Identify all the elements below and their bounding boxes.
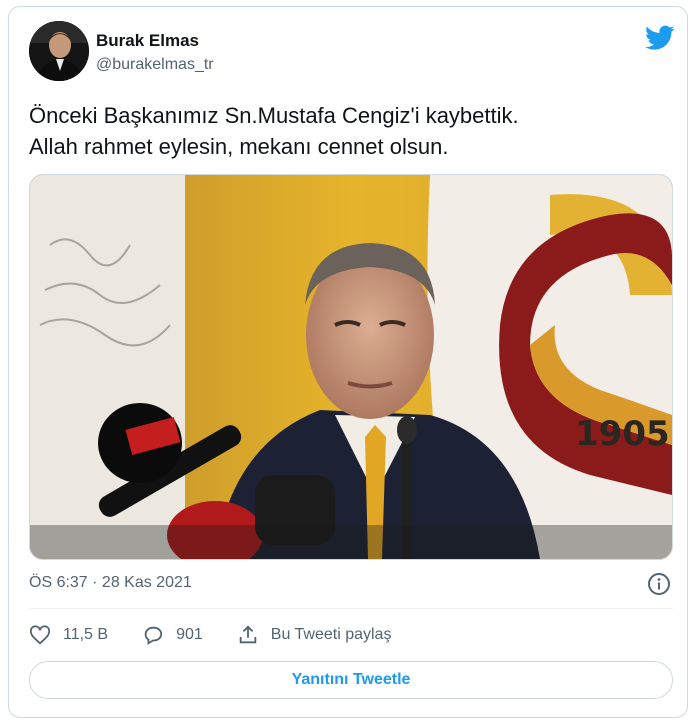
- reply-tweet-button-label: Yanıtını Tweetle: [291, 671, 411, 688]
- divider-top: [29, 608, 673, 609]
- like-button[interactable]: 11,5 B: [29, 624, 108, 646]
- reply-bubble-icon: [144, 626, 163, 645]
- author-handle[interactable]: @burakelmas_tr: [96, 56, 214, 74]
- author-name[interactable]: Burak Elmas: [96, 31, 199, 51]
- share-button[interactable]: Bu Tweeti paylaş: [237, 624, 392, 646]
- tweet-photo[interactable]: 1905: [29, 174, 673, 560]
- tweet-text-line-1: Önceki Başkanımız Sn.Mustafa Cengiz'i ka…: [29, 103, 519, 128]
- emblem-year: 1905: [575, 414, 670, 454]
- tweet-card: Burak Elmas @burakelmas_tr Önceki Başkan…: [8, 6, 688, 718]
- reply-count: 901: [176, 626, 203, 643]
- heart-icon: [29, 625, 51, 645]
- tweet-actions: 11,5 B 901 Bu Tweeti paylaş: [29, 619, 425, 651]
- press-conference-photo: 1905: [30, 175, 672, 559]
- reply-button[interactable]: 901: [142, 624, 203, 646]
- share-label: Bu Tweeti paylaş: [270, 626, 392, 643]
- avatar-image: [29, 21, 89, 81]
- twitter-bird-icon[interactable]: [645, 25, 675, 51]
- tweet-text-line-2: Allah rahmet eylesin, mekanı cennet olsu…: [29, 134, 449, 159]
- avatar[interactable]: [29, 21, 89, 81]
- tweet-timestamp[interactable]: ÖS 6:37 · 28 Kas 2021: [29, 574, 192, 592]
- info-icon[interactable]: [647, 572, 671, 596]
- tweet-text: Önceki Başkanımız Sn.Mustafa Cengiz'i ka…: [29, 100, 669, 162]
- share-icon: [239, 625, 257, 644]
- like-count: 11,5 B: [63, 626, 109, 643]
- reply-tweet-button[interactable]: Yanıtını Tweetle: [29, 661, 673, 699]
